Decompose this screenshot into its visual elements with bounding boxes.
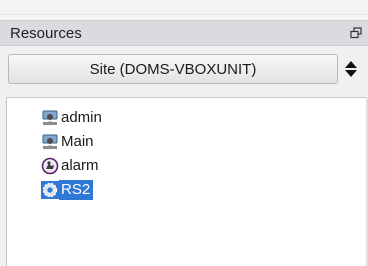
- tree-item-label: admin: [61, 109, 102, 126]
- site-selector-value: Site (DOMS-VBOXUNIT): [89, 60, 257, 78]
- tree-item-label: RS2: [59, 180, 94, 200]
- tree-item-label: Main: [61, 133, 94, 150]
- window-top-strip: [0, 0, 368, 20]
- tree-item-admin[interactable]: admin: [41, 108, 105, 128]
- tree-item-alarm[interactable]: alarm: [41, 156, 102, 176]
- up-down-arrows-icon[interactable]: [342, 56, 360, 82]
- alarm-icon: [41, 157, 59, 175]
- divider: [0, 14, 368, 15]
- computer-user-icon: [41, 133, 59, 151]
- tree-item-label: alarm: [61, 157, 99, 174]
- gear-icon: [41, 181, 59, 199]
- resources-panel-header: Resources: [0, 20, 368, 46]
- site-row: Site (DOMS-VBOXUNIT): [0, 46, 368, 90]
- resource-tree[interactable]: admin Main alarm RS2: [6, 97, 368, 266]
- float-window-icon[interactable]: [348, 25, 364, 41]
- computer-user-icon: [41, 109, 59, 127]
- site-selector[interactable]: Site (DOMS-VBOXUNIT): [8, 54, 338, 84]
- tree-item-rs2[interactable]: RS2: [41, 180, 94, 200]
- tree-item-main[interactable]: Main: [41, 132, 97, 152]
- panel-title: Resources: [10, 25, 82, 42]
